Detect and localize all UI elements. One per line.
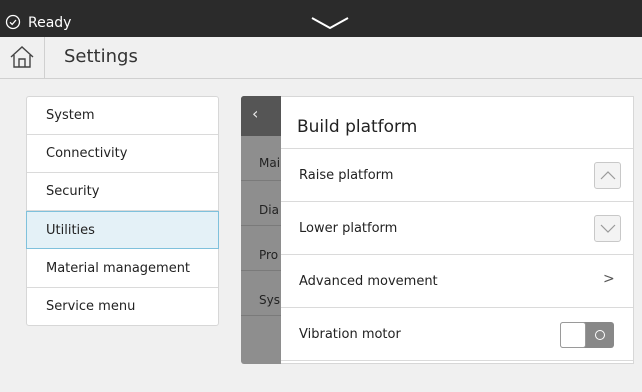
panel-title: Build platform <box>297 117 418 137</box>
chevron-down-icon <box>600 224 616 233</box>
utilities-item-sys[interactable]: Sys <box>241 271 281 316</box>
utilities-item-pro[interactable]: Pro <box>241 226 281 271</box>
back-button[interactable]: ‹ <box>241 96 281 136</box>
panel-header: Build platform <box>281 97 633 149</box>
chevron-up-icon <box>600 171 616 180</box>
vibration-motor-row: Vibration motor <box>281 308 633 361</box>
toggle-knob <box>560 322 586 348</box>
status-bar: Ready <box>0 0 642 37</box>
settings-item-security[interactable]: Security <box>27 173 218 211</box>
utilities-menu: ‹ Mai Dia Pro Sys <box>241 96 281 364</box>
raise-platform-label: Raise platform <box>299 168 394 183</box>
header: Settings <box>0 37 642 79</box>
home-button[interactable] <box>0 37 45 78</box>
vibration-motor-label: Vibration motor <box>299 327 401 342</box>
settings-item-connectivity[interactable]: Connectivity <box>27 135 218 173</box>
toggle-off-icon <box>595 330 605 340</box>
settings-item-utilities[interactable]: Utilities <box>26 211 219 249</box>
advanced-movement-label: Advanced movement <box>299 274 438 289</box>
vibration-motor-toggle[interactable] <box>560 322 614 348</box>
settings-item-material-management[interactable]: Material management <box>27 250 218 288</box>
raise-platform-button[interactable] <box>594 162 621 189</box>
check-circle-icon <box>5 14 21 30</box>
utilities-item-diagnostics[interactable]: Dia <box>241 181 281 226</box>
lower-platform-button[interactable] <box>594 215 621 242</box>
chevron-left-icon: ‹ <box>252 104 259 123</box>
home-icon <box>10 46 34 68</box>
chevron-right-icon: > <box>603 271 615 287</box>
settings-item-service-menu[interactable]: Service menu <box>27 288 218 326</box>
raise-platform-row: Raise platform <box>281 149 633 202</box>
settings-item-system[interactable]: System <box>27 97 218 135</box>
page-title: Settings <box>64 46 138 67</box>
status-text: Ready <box>28 15 72 31</box>
chevron-down-icon[interactable] <box>310 16 350 30</box>
settings-menu: System Connectivity Security Utilities M… <box>26 96 219 326</box>
utilities-item-maintenance[interactable]: Mai <box>241 136 281 181</box>
build-platform-panel: Build platform Raise platform Lower plat… <box>281 96 634 364</box>
lower-platform-label: Lower platform <box>299 221 398 236</box>
advanced-movement-row[interactable]: Advanced movement > <box>281 255 633 308</box>
lower-platform-row: Lower platform <box>281 202 633 255</box>
